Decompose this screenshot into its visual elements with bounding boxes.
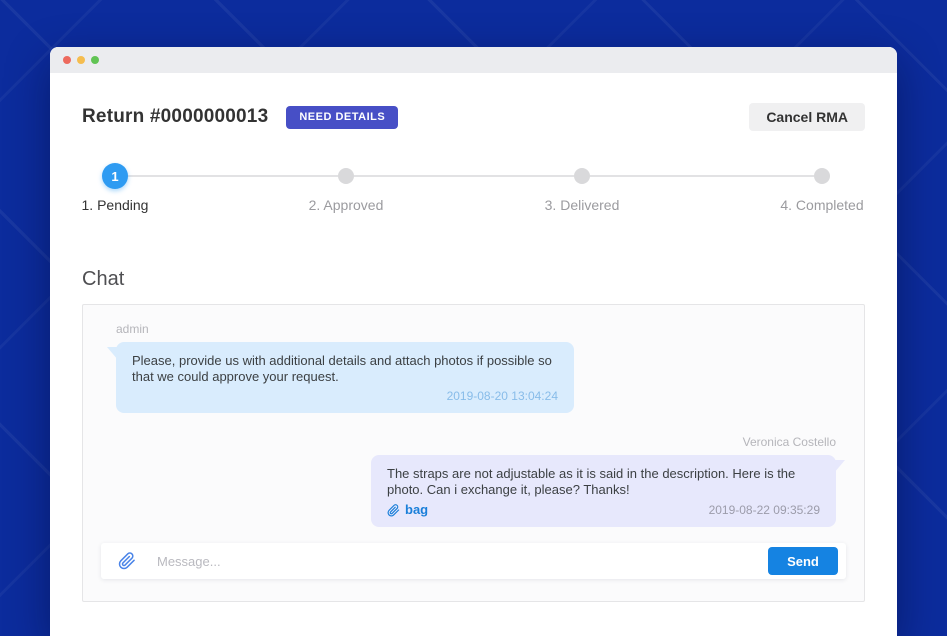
step-dot-completed [814, 168, 830, 184]
attachment-name: bag [405, 502, 428, 518]
step-dot-approved [338, 168, 354, 184]
rma-window: Return #0000000013 NEED DETAILS Cancel R… [50, 47, 897, 636]
message-input-bar: Send [101, 543, 846, 579]
message-input[interactable] [157, 554, 768, 569]
attach-file-button[interactable] [118, 552, 136, 570]
status-badge: NEED DETAILS [286, 106, 398, 129]
message-timestamp: 2019-08-22 09:35:29 [709, 502, 820, 518]
message-text: The straps are not adjustable as it is s… [387, 466, 795, 497]
progress-stepper: 1 1. Pending 2. Approved 3. Delivered 4.… [82, 163, 865, 225]
step-dot-pending: 1 [102, 163, 128, 189]
page-header: Return #0000000013 NEED DETAILS Cancel R… [82, 103, 865, 131]
zoom-icon[interactable] [91, 56, 99, 64]
step-label-approved: 2. Approved [309, 197, 384, 213]
stepper-track [115, 175, 822, 177]
attachment-link[interactable]: bag [387, 502, 428, 518]
message-author: admin [116, 322, 864, 336]
step-dot-delivered [574, 168, 590, 184]
step-label-delivered: 3. Delivered [545, 197, 620, 213]
message-timestamp: 2019-08-20 13:04:24 [132, 388, 558, 404]
step-label-pending: 1. Pending [82, 197, 149, 213]
chat-message-customer: Veronica Costello The straps are not adj… [83, 413, 864, 527]
message-author: Veronica Costello [83, 435, 836, 449]
minimize-icon[interactable] [77, 56, 85, 64]
message-bubble: The straps are not adjustable as it is s… [371, 455, 836, 527]
message-bubble: Please, provide us with additional detai… [116, 342, 574, 413]
close-icon[interactable] [63, 56, 71, 64]
chat-heading: Chat [82, 268, 865, 291]
send-button[interactable]: Send [768, 547, 838, 575]
chat-panel: admin Please, provide us with additional… [82, 304, 865, 602]
page-title: Return #0000000013 [82, 106, 268, 128]
paperclip-icon [387, 504, 400, 517]
paperclip-icon [118, 552, 136, 570]
window-titlebar [50, 47, 897, 73]
cancel-rma-button[interactable]: Cancel RMA [749, 103, 865, 131]
chat-message-admin: admin Please, provide us with additional… [83, 305, 864, 413]
message-text: Please, provide us with additional detai… [132, 353, 552, 384]
step-label-completed: 4. Completed [780, 197, 863, 213]
